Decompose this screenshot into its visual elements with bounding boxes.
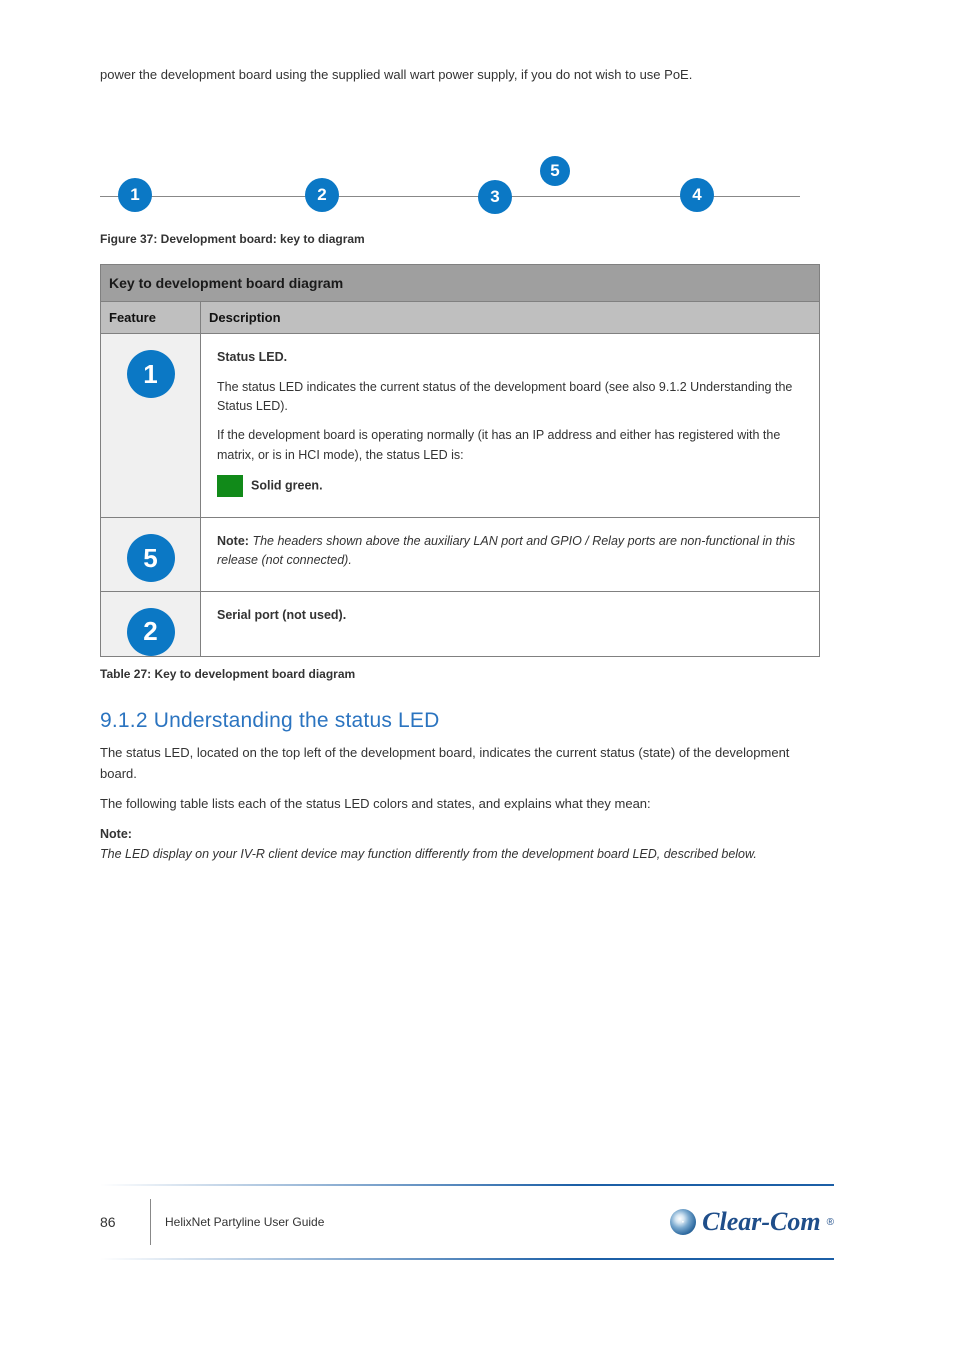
- diagram-figure: 1 2 3 5 4: [100, 120, 820, 220]
- feature-dot-5: 5: [127, 534, 175, 582]
- body-note: Note: The LED display on your IV-R clien…: [100, 825, 820, 864]
- brand-text: Clear-Com: [702, 1207, 820, 1237]
- body-paragraph: The following table lists each of the st…: [100, 794, 820, 815]
- figure-dot-1: 1: [118, 178, 152, 212]
- feature-dot-2: 2: [127, 608, 175, 656]
- table-row: 2 Serial port (not used).: [101, 591, 820, 656]
- page-number: 86: [100, 1214, 150, 1230]
- key-diagram-table: Key to development board diagram Feature…: [100, 264, 820, 657]
- section-heading: 9.1.2 Understanding the status LED: [100, 709, 820, 733]
- figure-dot-3: 3: [478, 180, 512, 214]
- col-header-description: Description: [201, 302, 820, 334]
- desc-text: Serial port (not used).: [217, 606, 803, 625]
- brand-logo: · Clear-Com ®: [670, 1207, 834, 1237]
- body-paragraph: The status LED, located on the top left …: [100, 743, 820, 785]
- table-caption: Table 27: Key to development board diagr…: [100, 667, 820, 681]
- table-row: 1 Status LED. The status LED indicates t…: [101, 334, 820, 518]
- figure-dot-2: 2: [305, 178, 339, 212]
- figure-dot-5: 5: [540, 156, 570, 186]
- green-square-icon: [217, 475, 243, 497]
- table-row: 5 Note: The headers shown above the auxi…: [101, 518, 820, 592]
- figure-caption: Figure 37: Development board: key to dia…: [100, 232, 820, 246]
- figure-dot-4: 4: [680, 178, 714, 212]
- brand-orb-icon: ·: [670, 1209, 696, 1235]
- desc-text: Status LED.: [217, 348, 803, 367]
- desc-text: If the development board is operating no…: [217, 426, 803, 465]
- table-title: Key to development board diagram: [101, 265, 820, 302]
- desc-text: Solid green.: [217, 475, 803, 497]
- desc-text: The status LED indicates the current sta…: [217, 378, 803, 417]
- page-footer: 86 HelixNet Partyline User Guide · Clear…: [100, 1184, 834, 1260]
- col-header-feature: Feature: [101, 302, 201, 334]
- intro-paragraph: power the development board using the su…: [100, 65, 820, 85]
- desc-text: Note: The headers shown above the auxili…: [217, 532, 803, 571]
- feature-dot-1: 1: [127, 350, 175, 398]
- registered-icon: ®: [827, 1217, 834, 1228]
- document-title-footer: HelixNet Partyline User Guide: [165, 1215, 670, 1229]
